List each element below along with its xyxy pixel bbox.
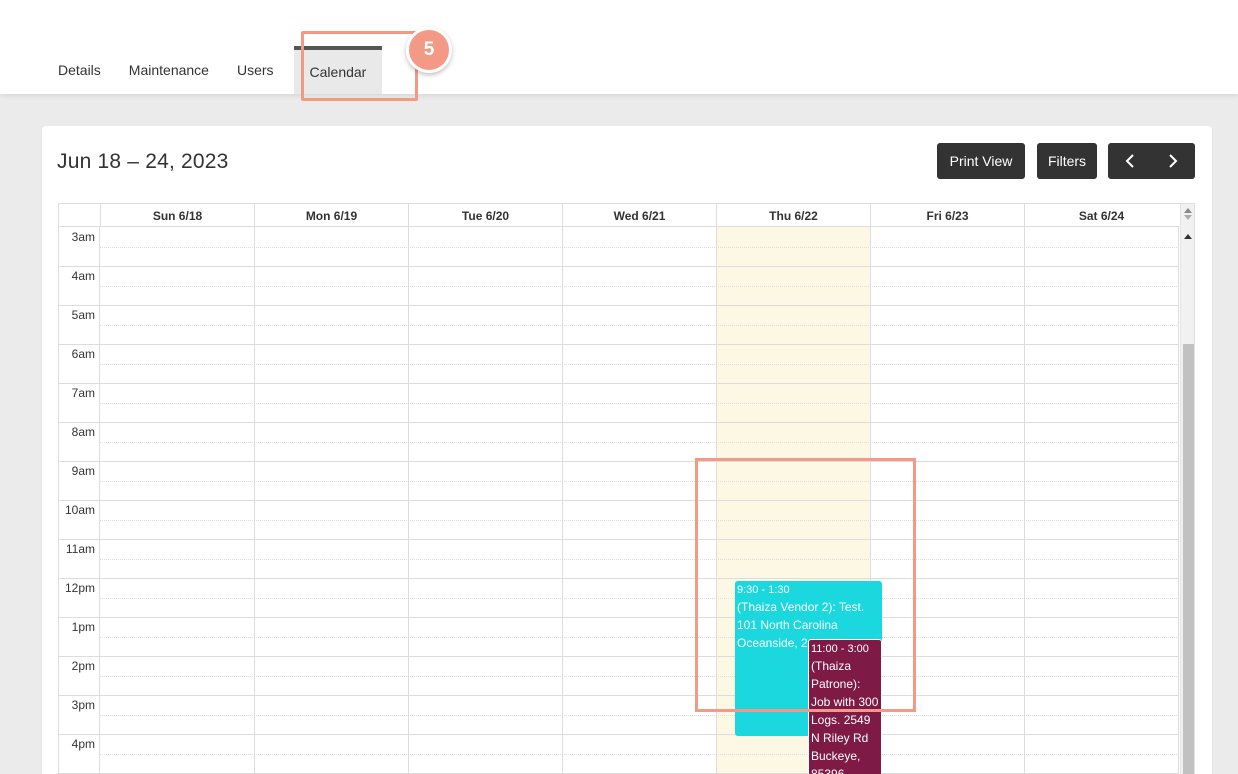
hour-line <box>59 422 1179 423</box>
tab-maintenance[interactable]: Maintenance <box>115 46 223 94</box>
day-header: Fri 6/23 <box>870 204 1024 227</box>
half-hour-line <box>100 637 1179 638</box>
hour-line <box>59 461 1179 462</box>
time-grid[interactable]: 9:30 - 1:30 (Thaiza Vendor 2): Test. 101… <box>59 227 1179 774</box>
tab-maintenance-label: Maintenance <box>128 62 209 78</box>
tab-calendar[interactable]: Calendar <box>293 46 383 94</box>
step-badge: 5 <box>406 27 452 73</box>
half-hour-line <box>100 520 1179 521</box>
time-label: 7am <box>71 386 95 400</box>
time-label: 1pm <box>71 620 95 634</box>
half-hour-line <box>100 247 1179 248</box>
day-column-divider <box>1024 227 1025 774</box>
event-time: 11:00 - 3:00 <box>811 643 869 655</box>
day-header: Tue 6/20 <box>408 204 562 227</box>
prev-week-button[interactable] <box>1108 143 1152 179</box>
hour-line <box>59 266 1179 267</box>
time-label: 11am <box>65 542 95 556</box>
day-header: Sun 6/18 <box>100 204 254 227</box>
tab-users-label: Users <box>236 62 274 78</box>
day-header: Sat 6/24 <box>1024 204 1178 227</box>
filters-button[interactable]: Filters <box>1037 143 1097 179</box>
half-hour-line <box>100 364 1179 365</box>
time-label: 10am <box>64 503 95 517</box>
top-bar: Details Maintenance Users Calendar 5 <box>0 0 1238 101</box>
chevron-right-icon <box>1169 154 1178 168</box>
tab-details-label: Details <box>58 62 101 78</box>
calendar-card: Jun 18 – 24, 2023 Print View Filters Sun… <box>42 126 1212 774</box>
event-time: 9:30 - 1:30 <box>737 584 790 596</box>
hour-line <box>59 734 1179 735</box>
scroll-down-arrow-icon[interactable] <box>1184 215 1192 220</box>
hour-line <box>59 656 1179 657</box>
time-label: 3pm <box>71 698 95 712</box>
half-hour-line <box>100 715 1179 716</box>
hour-line <box>59 539 1179 540</box>
day-column-divider <box>1178 227 1179 774</box>
half-hour-line <box>100 286 1179 287</box>
half-hour-line <box>100 676 1179 677</box>
day-header: Mon 6/19 <box>254 204 408 227</box>
scroll-thumb[interactable] <box>1183 344 1194 774</box>
day-column-divider <box>99 227 100 774</box>
scroll-up-arrow-icon[interactable] <box>1184 208 1192 213</box>
time-label: 12pm <box>64 581 95 595</box>
tab-details[interactable]: Details <box>44 46 115 94</box>
half-hour-line <box>100 325 1179 326</box>
calendar-grid: Sun 6/18 Mon 6/19 Tue 6/20 Wed 6/21 Thu 6/22… <box>58 203 1195 774</box>
time-label: 9am <box>71 464 95 478</box>
next-week-button[interactable] <box>1152 143 1196 179</box>
day-column-divider <box>254 227 255 774</box>
time-label: 8am <box>71 425 95 439</box>
chevron-left-icon <box>1125 154 1134 168</box>
time-label: 5am <box>71 308 95 322</box>
half-hour-line <box>100 559 1179 560</box>
day-column-divider <box>716 227 717 774</box>
time-label: 2pm <box>71 659 95 673</box>
date-range-title: Jun 18 – 24, 2023 <box>57 150 229 173</box>
day-column-divider <box>562 227 563 774</box>
print-view-button[interactable]: Print View <box>937 143 1025 179</box>
time-label: 4am <box>71 269 95 283</box>
tab-users[interactable]: Users <box>223 46 288 94</box>
time-label: 3am <box>71 230 95 244</box>
week-nav-buttons <box>1108 143 1195 179</box>
hour-line <box>59 305 1179 306</box>
hour-line <box>59 383 1179 384</box>
hour-line <box>59 617 1179 618</box>
tab-calendar-label: Calendar <box>309 64 367 80</box>
calendar-event[interactable]: 11:00 - 3:00 (Thaiza Patrone): Job with … <box>808 639 882 774</box>
time-label: 6am <box>71 347 95 361</box>
vertical-scrollbar[interactable] <box>1180 204 1194 774</box>
hour-line <box>59 500 1179 501</box>
day-header: Thu 6/22 <box>716 204 870 227</box>
tab-bar: Details Maintenance Users Calendar <box>44 46 383 94</box>
half-hour-line <box>100 598 1179 599</box>
hour-line <box>59 578 1179 579</box>
half-hour-line <box>100 403 1179 404</box>
half-hour-line <box>100 442 1179 443</box>
event-title: (Thaiza Patrone): Job with 300 Logs. 254… <box>811 659 879 774</box>
hour-line <box>59 344 1179 345</box>
day-header: Wed 6/21 <box>562 204 716 227</box>
half-hour-line <box>100 754 1179 755</box>
time-label: 4pm <box>71 737 95 751</box>
scroll-up-icon[interactable] <box>1184 234 1192 239</box>
hour-line <box>59 695 1179 696</box>
day-column-divider <box>408 227 409 774</box>
half-hour-line <box>100 481 1179 482</box>
day-header-row: Sun 6/18 Mon 6/19 Tue 6/20 Wed 6/21 Thu 6/22… <box>59 204 1179 227</box>
